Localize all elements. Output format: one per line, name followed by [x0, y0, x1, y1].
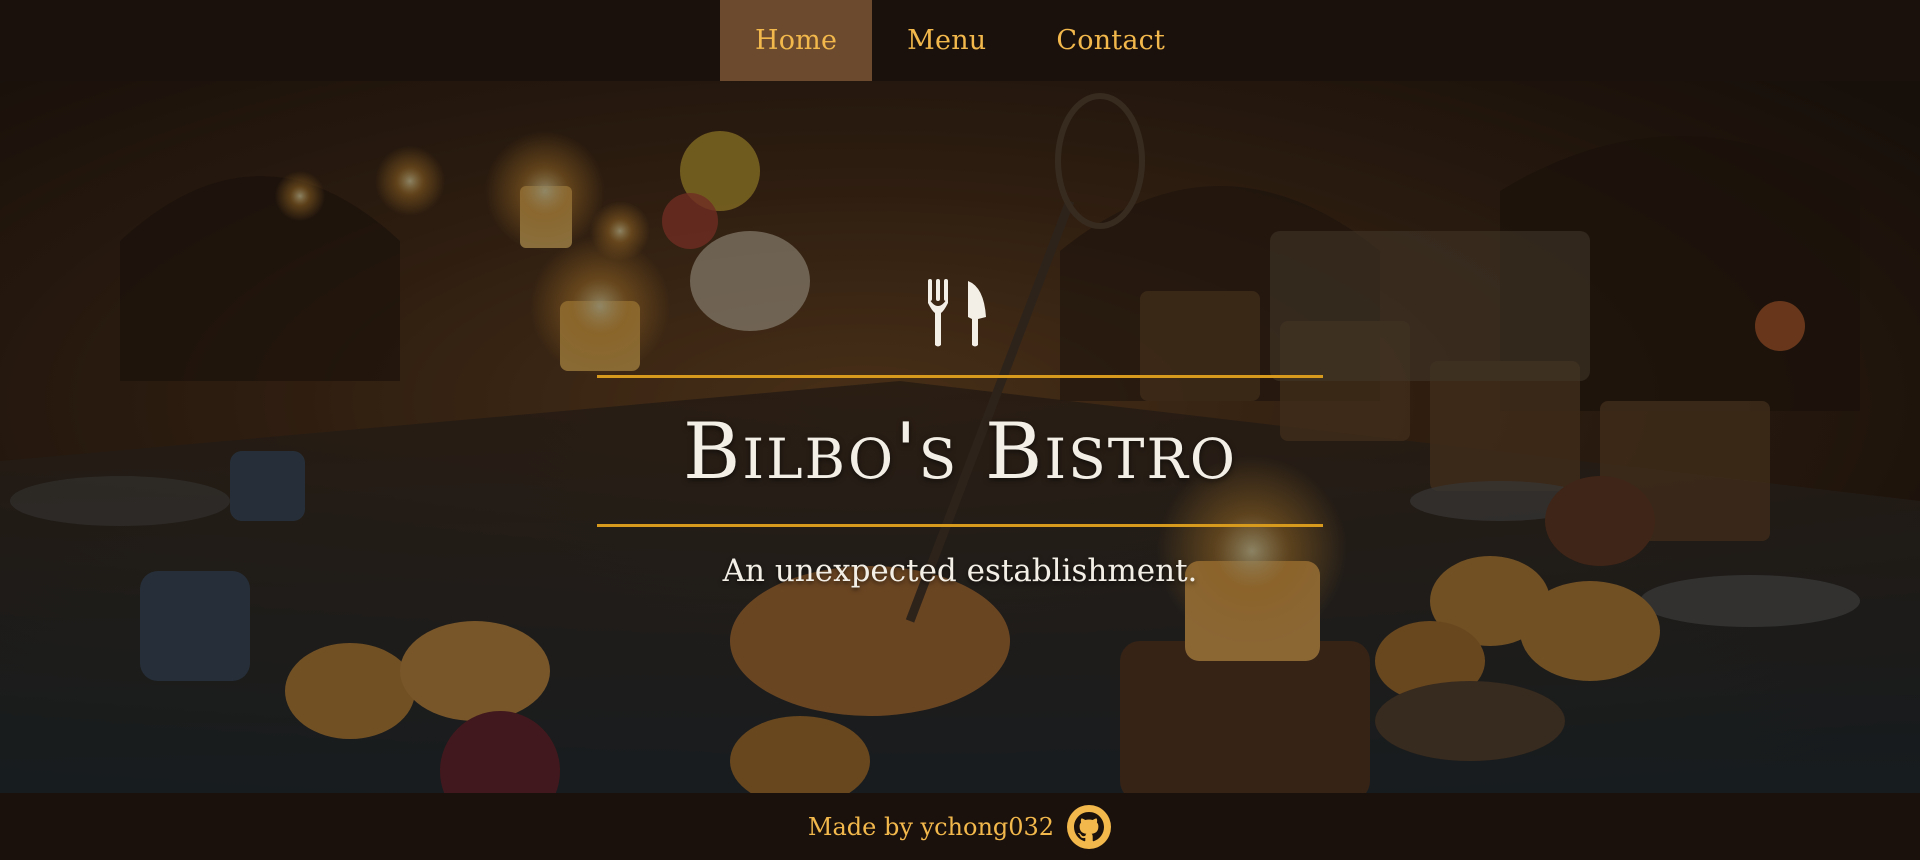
footer: Made by ychong032: [0, 793, 1920, 860]
fork-knife-icon: [928, 279, 986, 347]
nav-item-menu[interactable]: Menu: [872, 0, 1021, 81]
page-title: Bilbo's Bistro: [683, 407, 1237, 497]
title-rule-top: [597, 375, 1323, 378]
nav-list: Home Menu Contact: [719, 0, 1200, 81]
nav-item-contact[interactable]: Contact: [1021, 0, 1200, 81]
title-rule-bottom: [597, 524, 1323, 527]
page: Home Menu Contact Bilbo's Bistro An unex…: [0, 0, 1920, 860]
top-navbar: Home Menu Contact: [0, 0, 1920, 81]
hero-content: Bilbo's Bistro An unexpected establishme…: [0, 81, 1920, 793]
tagline: An unexpected establishment.: [722, 553, 1198, 589]
footer-credit: Made by ychong032: [807, 812, 1055, 841]
github-icon[interactable]: [1066, 804, 1112, 850]
nav-item-home[interactable]: Home: [719, 0, 873, 81]
hero-section: Bilbo's Bistro An unexpected establishme…: [0, 81, 1920, 793]
